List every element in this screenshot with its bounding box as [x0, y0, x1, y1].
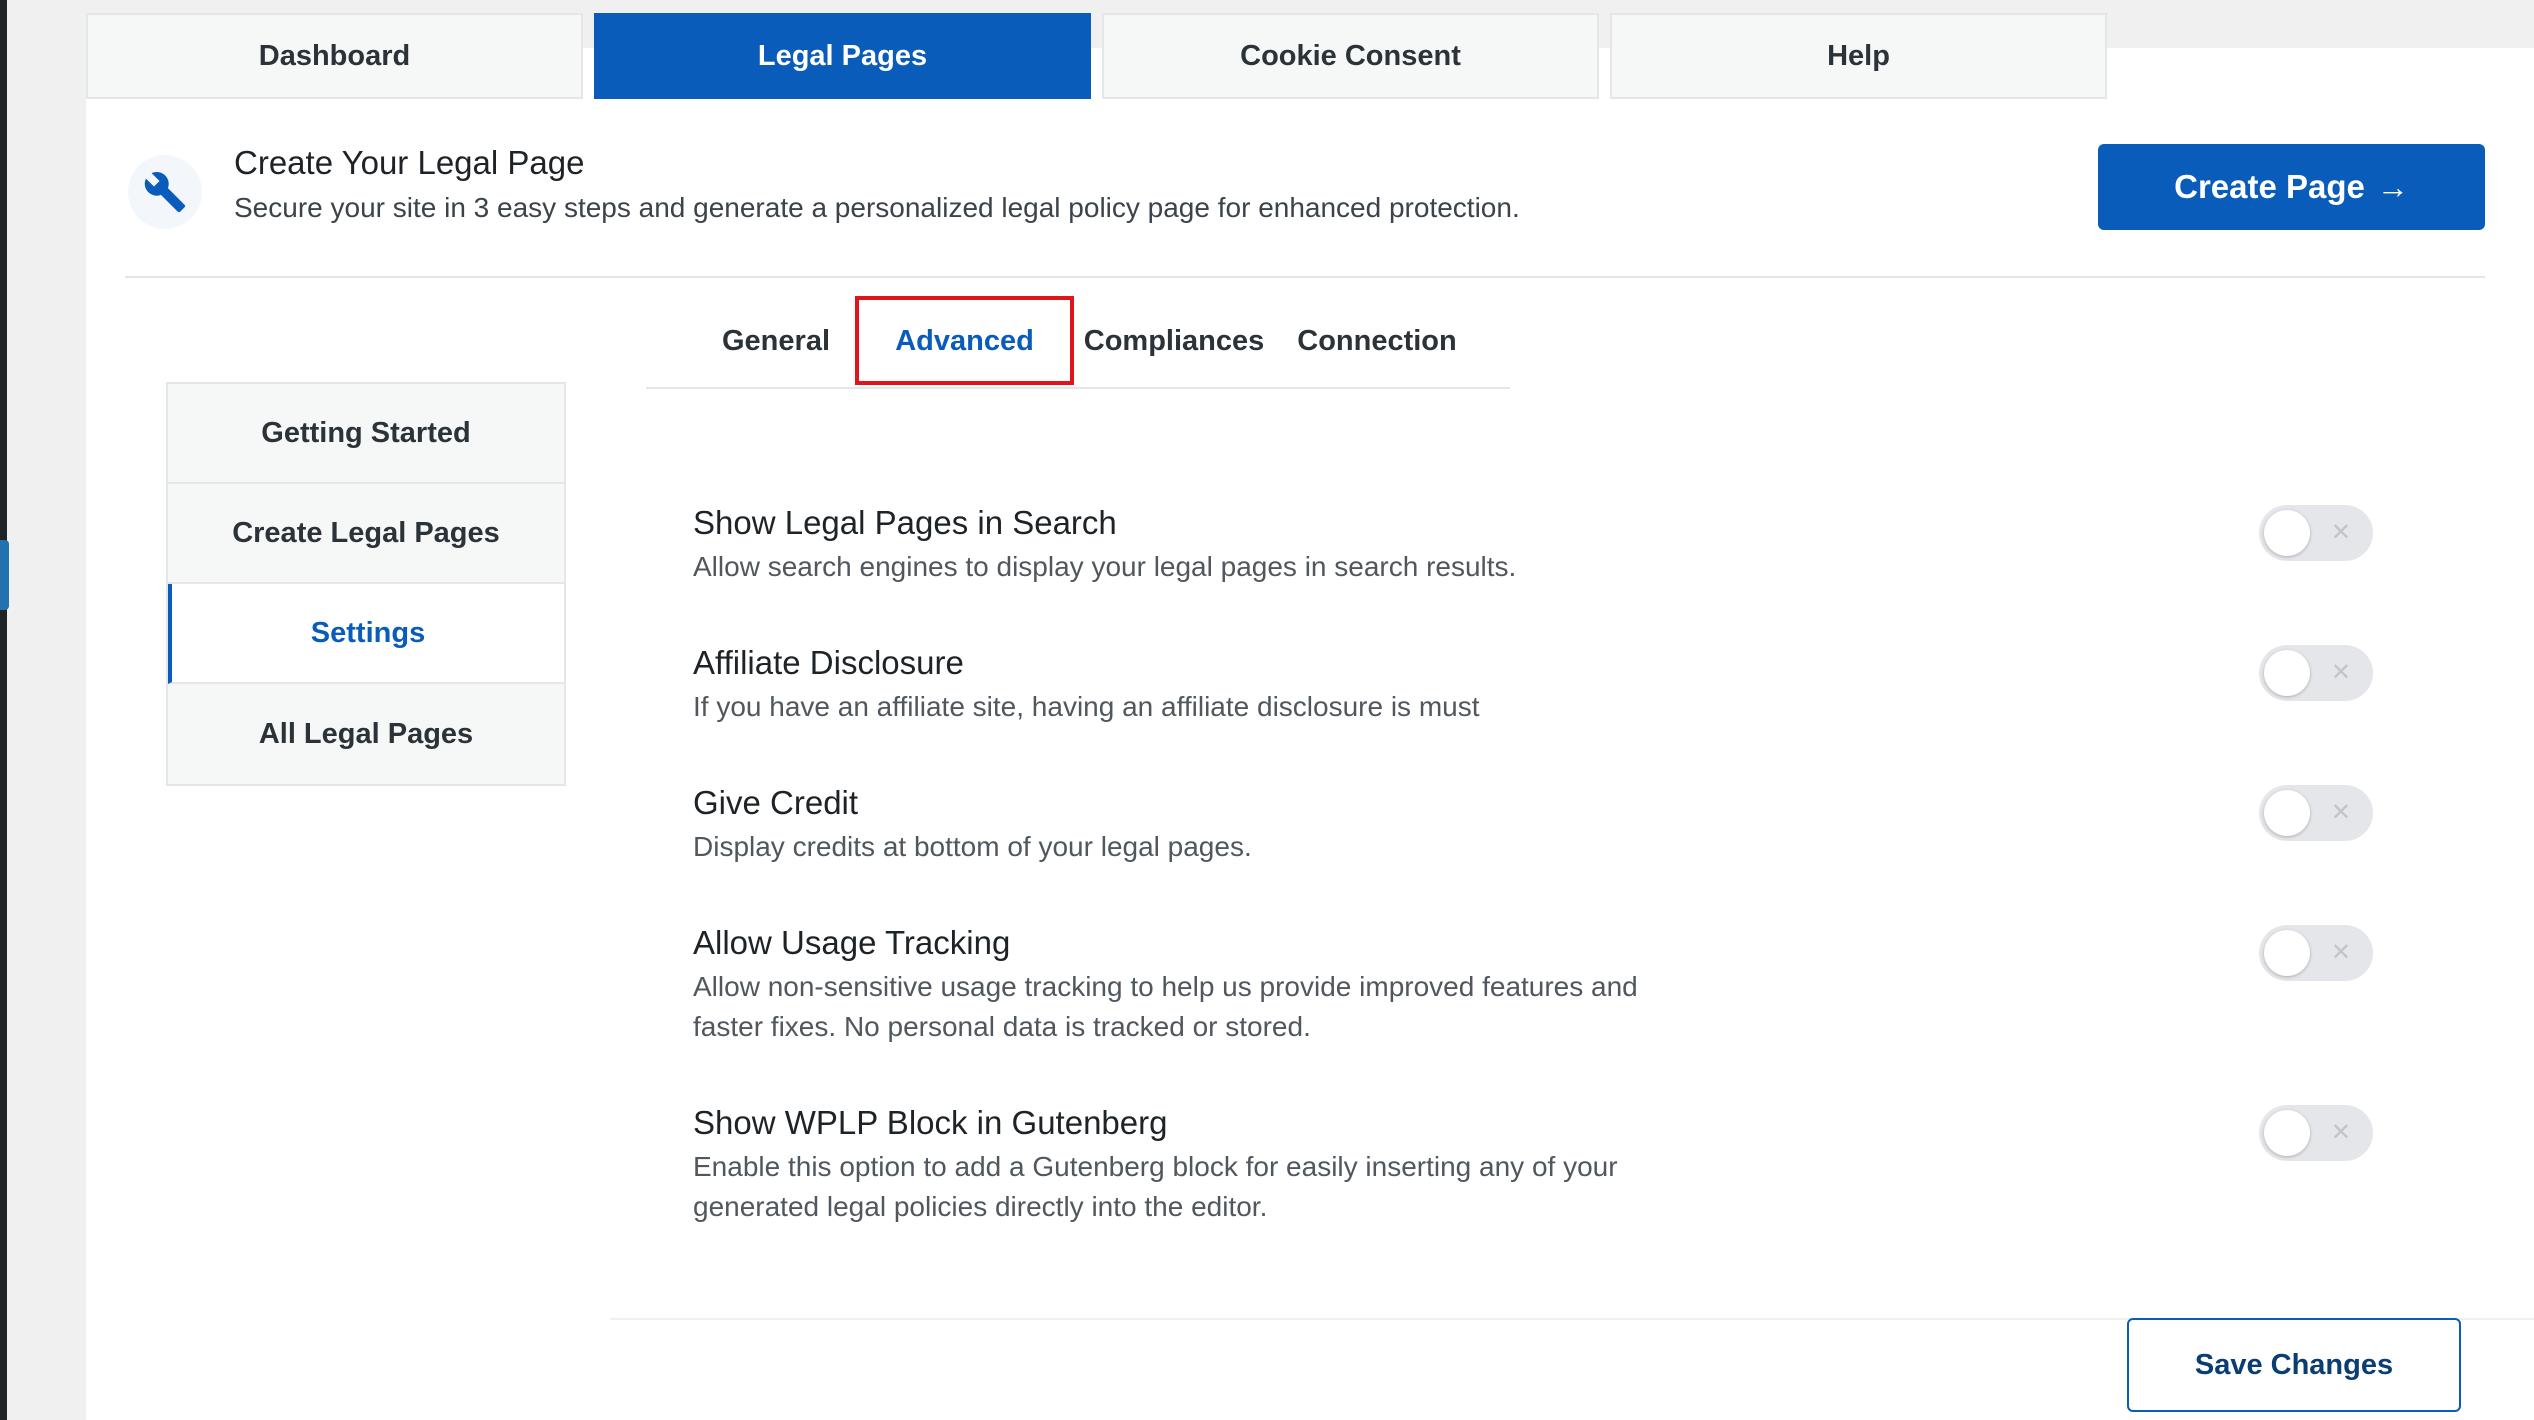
- setting-title: Show WPLP Block in Gutenberg: [693, 1104, 1168, 1141]
- setting-usage-tracking: Allow Usage Tracking Allow non-sensitive…: [693, 923, 2373, 1047]
- close-icon: ✕: [2330, 1119, 2351, 1146]
- toggle-usage-tracking[interactable]: ✕: [2259, 925, 2373, 981]
- toggle-show-in-search[interactable]: ✕: [2259, 505, 2373, 561]
- toggle-give-credit[interactable]: ✕: [2259, 785, 2373, 841]
- tab-legal-pages[interactable]: Legal Pages: [594, 13, 1091, 99]
- setting-description: If you have an affiliate site, having an…: [693, 691, 1480, 722]
- setting-show-in-search: Show Legal Pages in Search Allow search …: [693, 503, 2373, 587]
- toggle-affiliate-disclosure[interactable]: ✕: [2259, 645, 2373, 701]
- settings-tab-bar: General Advanced Compliances Connection: [646, 295, 1510, 389]
- setting-description: Enable this option to add a Gutenberg bl…: [693, 1151, 1618, 1222]
- admin-sidebar-edge: [0, 0, 7, 1420]
- tab-compliances[interactable]: Compliances: [1074, 295, 1274, 387]
- admin-menu-indicator: [0, 540, 9, 610]
- toggle-knob: [2264, 510, 2310, 556]
- toggle-wplp-block[interactable]: ✕: [2259, 1105, 2373, 1161]
- sidebar-item-settings[interactable]: Settings: [168, 584, 564, 684]
- save-changes-button[interactable]: Save Changes: [2127, 1318, 2461, 1412]
- setting-description: Display credits at bottom of your legal …: [693, 831, 1252, 862]
- header-divider: [125, 276, 2485, 278]
- tab-cookie-consent[interactable]: Cookie Consent: [1102, 13, 1599, 99]
- close-icon: ✕: [2330, 519, 2351, 546]
- setting-give-credit: Give Credit Display credits at bottom of…: [693, 783, 2373, 867]
- toggle-knob: [2264, 790, 2310, 836]
- tab-connection[interactable]: Connection: [1274, 295, 1480, 387]
- tab-general[interactable]: General: [686, 295, 866, 387]
- toggle-knob: [2264, 930, 2310, 976]
- tab-dashboard[interactable]: Dashboard: [86, 13, 583, 99]
- setting-title: Affiliate Disclosure: [693, 644, 964, 681]
- close-icon: ✕: [2330, 799, 2351, 826]
- wrench-icon: [128, 155, 202, 229]
- setting-description: Allow non-sensitive usage tracking to he…: [693, 971, 1638, 1042]
- sidebar-item-getting-started[interactable]: Getting Started: [168, 384, 564, 484]
- sidebar-item-create-legal-pages[interactable]: Create Legal Pages: [168, 484, 564, 584]
- page-subtitle: Secure your site in 3 easy steps and gen…: [234, 192, 1520, 223]
- setting-description: Allow search engines to display your leg…: [693, 551, 1517, 582]
- setting-title: Show Legal Pages in Search: [693, 504, 1117, 541]
- toggle-knob: [2264, 650, 2310, 696]
- create-page-button[interactable]: Create Page →: [2098, 144, 2485, 230]
- setting-affiliate-disclosure: Affiliate Disclosure If you have an affi…: [693, 643, 2373, 727]
- tab-advanced[interactable]: Advanced: [855, 295, 1074, 387]
- tab-help[interactable]: Help: [1610, 13, 2107, 99]
- setting-wplp-block: Show WPLP Block in Gutenberg Enable this…: [693, 1103, 2373, 1227]
- sidebar-item-all-legal-pages[interactable]: All Legal Pages: [168, 684, 564, 784]
- top-tab-bar: Dashboard Legal Pages Cookie Consent Hel…: [86, 13, 2107, 100]
- setting-title: Allow Usage Tracking: [693, 924, 1011, 961]
- create-page-label: Create Page: [2174, 168, 2365, 205]
- close-icon: ✕: [2330, 659, 2351, 686]
- close-icon: ✕: [2330, 939, 2351, 966]
- arrow-right-icon: →: [2376, 168, 2409, 205]
- settings-sidebar: Getting Started Create Legal Pages Setti…: [166, 382, 566, 786]
- toggle-knob: [2264, 1110, 2310, 1156]
- setting-title: Give Credit: [693, 784, 859, 821]
- page-title: Create Your Legal Page: [234, 144, 585, 181]
